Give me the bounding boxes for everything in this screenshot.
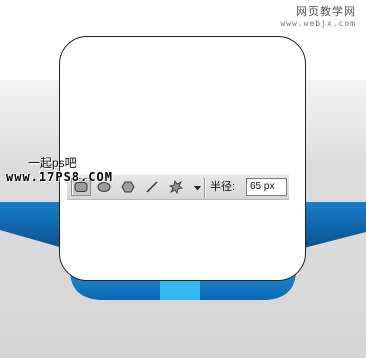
watermark-left-url: www.17PS8.COM: [6, 170, 113, 184]
custom-shape-icon: [168, 180, 184, 194]
watermark-top-text: 网页教学网: [296, 6, 356, 18]
watermark-left-text: 一起ps吧: [28, 156, 77, 170]
watermark-left: 一起ps吧 www.17PS8.COM: [6, 156, 113, 184]
chevron-down-icon: [193, 185, 201, 190]
polygon-icon: [121, 181, 135, 193]
line-icon: [146, 181, 158, 193]
radius-label: 半径:: [210, 181, 236, 193]
watermark-top-right: 网页教学网 www.webjx.com: [280, 6, 356, 30]
watermark-top-url: www.webjx.com: [280, 19, 356, 28]
line-tool[interactable]: [142, 178, 162, 196]
custom-shape-tool[interactable]: [166, 178, 186, 196]
toolbar-divider: [204, 178, 205, 198]
polygon-tool[interactable]: [118, 178, 138, 196]
canvas: 半径: 65 px 网页教学网 www.webjx.com 一起ps吧 www.…: [0, 0, 366, 358]
shape-dropdown-button[interactable]: [193, 184, 201, 192]
radius-input[interactable]: 65 px: [246, 178, 287, 196]
